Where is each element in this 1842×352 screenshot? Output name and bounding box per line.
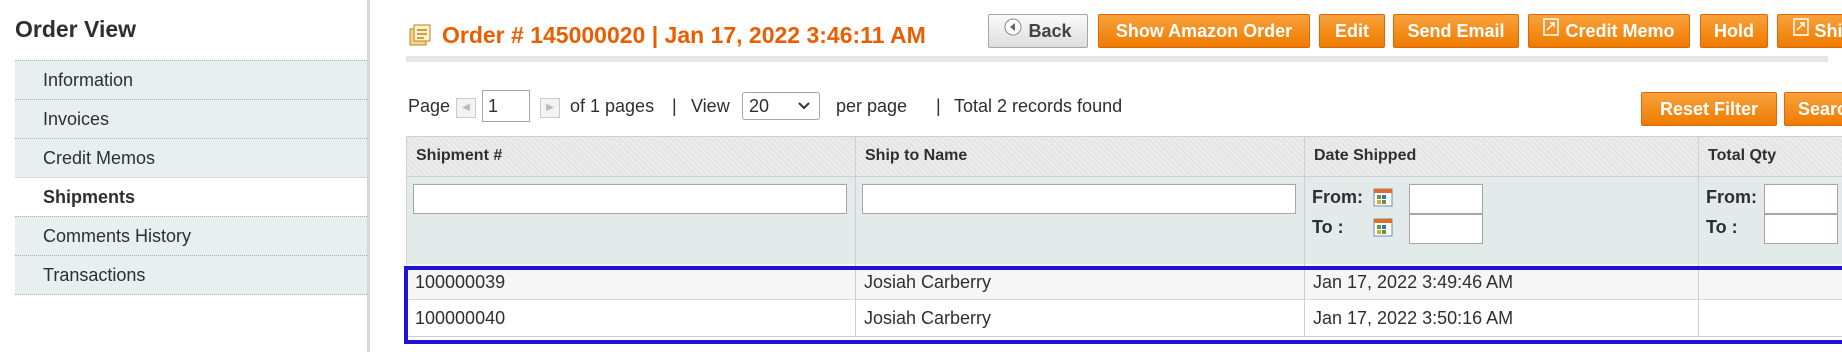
per-page-select[interactable]: 20 <box>742 92 820 120</box>
pager-separator: | <box>672 96 677 116</box>
ship-to-name-filter-input[interactable] <box>862 184 1296 214</box>
qty-to-label: To : <box>1706 217 1738 237</box>
shipment-filter-input[interactable] <box>413 184 847 214</box>
hold-button[interactable]: Hold <box>1700 14 1768 48</box>
sidebar-item-credit-memos[interactable]: Credit Memos <box>15 138 367 178</box>
order-icon <box>408 23 432 47</box>
grid-filter-row: From: To : From: To : <box>407 177 1842 264</box>
date-to-input[interactable] <box>1409 214 1483 244</box>
shipment-number-cell: 100000039 <box>407 264 856 300</box>
filter-cell-total-qty: From: To : <box>1699 177 1842 264</box>
page-title: Order # 145000020 | Jan 17, 2022 3:46:11… <box>442 22 926 48</box>
column-header-ship-to-name[interactable]: Ship to Name <box>856 137 1305 177</box>
credit-memo-icon <box>1543 14 1560 46</box>
sidebar-title: Order View <box>15 16 137 42</box>
ship-to-name-cell: Josiah Carberry <box>856 300 1305 336</box>
sidebar-item-information[interactable]: Information <box>15 60 367 100</box>
sidebar-item-invoices[interactable]: Invoices <box>15 99 367 139</box>
page-number-input[interactable]: 1 <box>482 90 530 122</box>
table-row[interactable]: 100000039 Josiah Carberry Jan 17, 2022 3… <box>407 264 1842 300</box>
shipments-grid: Shipment # Ship to Name Date Shipped Tot… <box>406 136 1842 337</box>
show-amazon-order-button[interactable]: Show Amazon Order <box>1098 14 1310 48</box>
date-to-label: To : <box>1312 217 1344 237</box>
credit-memo-button[interactable]: Credit Memo <box>1528 14 1690 48</box>
credit-memo-button-label: Credit Memo <box>1565 21 1675 41</box>
ship-icon <box>1792 14 1809 46</box>
reset-filter-button[interactable]: Reset Filter <box>1641 92 1777 126</box>
calendar-icon[interactable] <box>1373 217 1393 237</box>
order-view-sidebar: Order View Information Invoices Credit M… <box>0 0 370 352</box>
arrow-left-icon <box>1004 14 1022 46</box>
table-row[interactable]: 100000040 Josiah Carberry Jan 17, 2022 3… <box>407 300 1842 336</box>
filter-cell-shipment <box>407 177 856 264</box>
view-label: View <box>691 96 730 116</box>
sidebar-tabs: Information Invoices Credit Memos Shipme… <box>15 60 367 295</box>
back-button-label: Back <box>1028 21 1072 41</box>
edit-button[interactable]: Edit <box>1319 14 1385 48</box>
next-page-icon[interactable]: ▶ <box>540 98 560 118</box>
prev-page-icon[interactable]: ◀ <box>456 98 476 118</box>
search-button[interactable]: Search <box>1784 92 1842 126</box>
column-header-total-qty[interactable]: Total Qty <box>1699 137 1842 177</box>
per-page-value: 20 <box>749 96 770 116</box>
ship-button-label: Ship <box>1814 21 1842 41</box>
back-button[interactable]: Back <box>988 14 1088 48</box>
per-page-label: per page <box>836 96 908 116</box>
sidebar-item-transactions[interactable]: Transactions <box>15 255 367 295</box>
filter-cell-date-shipped: From: To : <box>1305 177 1699 264</box>
column-header-date-shipped[interactable]: Date Shipped <box>1305 137 1699 177</box>
page-label: Page <box>408 96 451 116</box>
pager-separator-2: | <box>936 96 941 116</box>
total-qty-cell: 1 <box>1699 264 1842 300</box>
date-shipped-cell: Jan 17, 2022 3:49:46 AM <box>1305 264 1699 300</box>
send-email-button[interactable]: Send Email <box>1393 14 1519 48</box>
header-divider <box>406 56 1828 62</box>
calendar-icon[interactable] <box>1373 187 1393 207</box>
qty-to-input[interactable] <box>1764 214 1838 244</box>
ship-to-name-cell: Josiah Carberry <box>856 264 1305 300</box>
filter-cell-ship-to-name <box>856 177 1305 264</box>
sidebar-item-shipments[interactable]: Shipments <box>15 177 367 217</box>
chevron-down-icon <box>797 93 811 127</box>
shipment-number-cell: 100000040 <box>407 300 856 336</box>
grid-header-row: Shipment # Ship to Name Date Shipped Tot… <box>407 137 1842 177</box>
sidebar-item-comments-history[interactable]: Comments History <box>15 216 367 256</box>
qty-from-label: From: <box>1706 187 1757 207</box>
column-header-shipment[interactable]: Shipment # <box>407 137 856 177</box>
page-count-text: of 1 pages <box>570 96 655 116</box>
qty-from-input[interactable] <box>1764 184 1838 214</box>
date-from-label: From: <box>1312 187 1363 207</box>
date-shipped-cell: Jan 17, 2022 3:50:16 AM <box>1305 300 1699 336</box>
ship-button[interactable]: Ship <box>1777 14 1842 48</box>
total-records-text: Total 2 records found <box>954 96 1123 116</box>
date-from-input[interactable] <box>1409 184 1483 214</box>
total-qty-cell: 1 <box>1699 300 1842 336</box>
